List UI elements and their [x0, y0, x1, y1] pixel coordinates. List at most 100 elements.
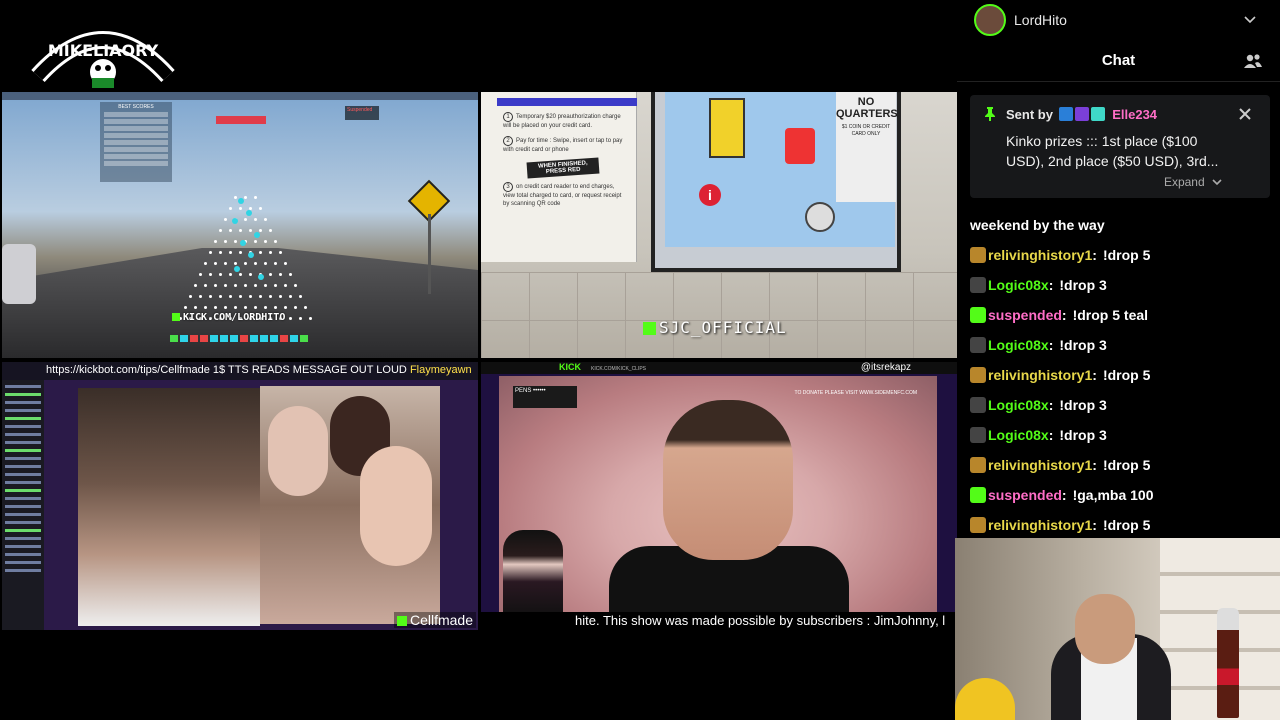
chat-message: relivinghistory1: !drop 5: [970, 240, 1280, 270]
plinko-pin: [219, 295, 222, 298]
plinko-pin: [234, 262, 237, 265]
chat-message-text: !drop 5: [1102, 517, 1151, 533]
chevron-down-icon[interactable]: [1244, 16, 1256, 24]
plinko-pin: [194, 284, 197, 287]
cellfmade-tag-text: Cellfmade: [409, 612, 473, 628]
plinko-pin: [209, 251, 212, 254]
no-quarters-text: NO QUARTERS: [836, 96, 898, 120]
chat-username[interactable]: Logic08x: [988, 395, 1049, 415]
chat-separator: :: [1048, 427, 1054, 443]
pinned-sender[interactable]: Elle234: [1112, 107, 1157, 122]
plinko-pin: [289, 317, 292, 320]
plinko-pin: [254, 306, 257, 309]
badge-icon: [1090, 107, 1105, 121]
plinko-pin: [224, 284, 227, 287]
plinko-pin: [239, 251, 242, 254]
chat-message-text: !ga,mba 100: [1072, 487, 1154, 503]
plinko-pin: [269, 251, 272, 254]
team-name: PENS: [515, 388, 532, 394]
plinko-pin: [229, 251, 232, 254]
chat-title: Chat: [1101, 52, 1136, 69]
plinko-pin: [289, 295, 292, 298]
chat-separator: :: [1092, 367, 1097, 383]
avatar[interactable]: [974, 4, 1006, 36]
plinko-pin: [269, 295, 272, 298]
plinko-pin: [274, 262, 277, 265]
plinko-pin: [304, 306, 307, 309]
users-icon[interactable]: [1244, 53, 1262, 69]
kick-label: KICK: [559, 362, 581, 372]
close-icon[interactable]: [1238, 107, 1252, 121]
chat-username[interactable]: Logic08x: [988, 335, 1049, 355]
stream-tile-driving[interactable]: BEST SCORES Suspended KICK.COM/LORDHITO: [2, 92, 478, 358]
user-badge-icon: [970, 247, 986, 263]
chat-header: Chat: [957, 40, 1280, 82]
chat-username[interactable]: Logic08x: [988, 425, 1049, 445]
chat-separator: :: [1092, 247, 1097, 263]
expand-label[interactable]: Expand: [1164, 175, 1205, 189]
kick-icon: [396, 616, 407, 627]
facetime-screen: [260, 386, 440, 624]
chat-message-text: !drop 5: [1102, 367, 1151, 383]
plinko-pin: [214, 306, 217, 309]
chat-username[interactable]: relivinghistory1: [988, 455, 1092, 475]
chat-username[interactable]: Logic08x: [988, 275, 1049, 295]
plinko-pin: [244, 218, 247, 221]
plinko-pin: [204, 306, 207, 309]
chat-username[interactable]: relivinghistory1: [988, 515, 1092, 535]
username[interactable]: LordHito: [1014, 12, 1067, 28]
stream-tile-soccer[interactable]: KICK KICK.COM/KICK_CLIPS @itsrekapz PENS …: [481, 362, 957, 630]
user-badge-icon: [970, 397, 986, 413]
red-counter: [216, 116, 266, 124]
chat-username[interactable]: relivinghistory1: [988, 245, 1092, 265]
plinko-pin: [269, 229, 272, 232]
stream-tile-facetime[interactable]: https://kickbot.com/tips/Cellfmade 1$ TT…: [2, 362, 478, 630]
user-badge-icon: [970, 307, 986, 323]
chat-separator: :: [1048, 277, 1054, 293]
chat-username[interactable]: suspended: [988, 305, 1062, 325]
user-bar[interactable]: LordHito: [957, 0, 1280, 40]
plinko-pin: [244, 262, 247, 265]
plinko-pin: [209, 295, 212, 298]
plinko-pin: [214, 284, 217, 287]
chat-message-text: !drop 3: [1059, 277, 1107, 293]
suspended-label: Suspended: [347, 107, 373, 113]
red-button: [785, 128, 815, 164]
mini-chat-strip: [2, 380, 44, 630]
plinko-pin: [294, 284, 297, 287]
drive-overlay-text: KICK.COM/LORDHITO: [183, 312, 286, 323]
tts-name: Flaymeyawn: [409, 364, 472, 376]
plinko-pin: [239, 207, 242, 210]
kick-url: KICK.COM/KICK_CLIPS: [591, 366, 647, 372]
stream-tile-machine[interactable]: 1 Temporary $20 preauthorization charge w…: [481, 92, 957, 358]
chat-username[interactable]: relivinghistory1: [988, 365, 1092, 385]
best-scores-title: BEST SCORES: [118, 104, 154, 110]
plinko-pin: [234, 284, 237, 287]
subscriber-ticker: hite. This show was made possible by sub…: [481, 612, 957, 630]
expand-button[interactable]: Expand: [1164, 175, 1222, 189]
plinko-pin: [199, 295, 202, 298]
plinko-pin: [219, 229, 222, 232]
plinko-pin: [199, 273, 202, 276]
plinko-pin: [229, 207, 232, 210]
plinko-pin: [264, 240, 267, 243]
plinko-pin: [259, 229, 262, 232]
info-icon: i: [699, 184, 721, 206]
plinko-pin: [289, 273, 292, 276]
chat-message: suspended: !drop 5 teal: [970, 300, 1280, 330]
streamer: [1075, 594, 1135, 664]
chat-message: Logic08x: !drop 3: [970, 330, 1280, 360]
vtuber-avatar: [503, 530, 563, 616]
plinko-ball: [246, 210, 252, 216]
tts-text: https://kickbot.com/tips/Cellfmade 1$ TT…: [46, 364, 407, 376]
chevron-down-icon[interactable]: [1212, 179, 1222, 186]
plinko-pin: [249, 295, 252, 298]
chat-username[interactable]: suspended: [988, 485, 1062, 505]
chat-separator: :: [1092, 457, 1097, 473]
chat-message: Logic08x: !drop 3: [970, 390, 1280, 420]
plinko-pin: [254, 218, 257, 221]
plinko-pin: [209, 273, 212, 276]
coin-slot: [805, 202, 835, 232]
plinko-pin: [224, 262, 227, 265]
tts-banner: https://kickbot.com/tips/Cellfmade 1$ TT…: [2, 362, 478, 380]
